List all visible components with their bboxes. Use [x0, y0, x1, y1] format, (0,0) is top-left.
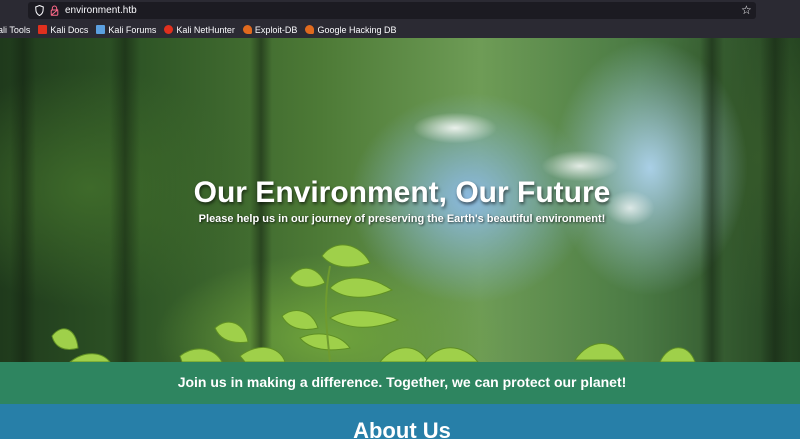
- call-to-action-banner: Join us in making a difference. Together…: [0, 362, 800, 404]
- bookmarks-toolbar: ali Tools Kali Docs Kali Forums Kali Net…: [0, 21, 800, 38]
- toolbar: environment.htb ☆: [0, 0, 800, 21]
- bookmark-kali-nethunter[interactable]: Kali NetHunter: [164, 21, 235, 38]
- about-section: About Us: [0, 404, 800, 439]
- bookmark-kali-docs[interactable]: Kali Docs: [38, 21, 88, 38]
- bookmark-google-hacking-db[interactable]: Google Hacking DB: [305, 21, 396, 38]
- bookmark-kali-tools[interactable]: ali Tools: [0, 21, 30, 38]
- hero-subtitle: Please help us in our journey of preserv…: [198, 213, 606, 225]
- exploit-db-icon: [242, 25, 252, 34]
- bookmark-kali-forums[interactable]: Kali Forums: [96, 21, 156, 38]
- url-text[interactable]: environment.htb: [65, 4, 137, 17]
- bookmark-label: Google Hacking DB: [317, 24, 397, 35]
- about-title: About Us: [353, 418, 451, 439]
- hero-title: Our Environment, Our Future: [193, 176, 611, 209]
- bookmark-label: Exploit-DB: [254, 24, 298, 35]
- browser-chrome: environment.htb ☆ ali Tools Kali Docs Ka…: [0, 0, 800, 38]
- kali-forums-icon: [96, 25, 106, 34]
- hero-section: Our Environment, Our Future Please help …: [0, 38, 800, 362]
- bookmark-label: ali Tools: [0, 24, 31, 35]
- bookmark-label: Kali NetHunter: [176, 24, 235, 35]
- kali-nethunter-icon: [164, 25, 174, 34]
- bookmark-label: Kali Forums: [108, 24, 157, 35]
- bookmark-star-icon[interactable]: ☆: [741, 3, 752, 17]
- bookmark-label: Kali Docs: [50, 24, 89, 35]
- bookmark-exploit-db[interactable]: Exploit-DB: [242, 21, 298, 38]
- google-hacking-db-icon: [305, 25, 315, 34]
- banner-text: Join us in making a difference. Together…: [177, 374, 627, 390]
- url-bar[interactable]: environment.htb ☆: [28, 2, 756, 19]
- kali-docs-icon: [38, 25, 48, 34]
- lock-icon[interactable]: [50, 5, 59, 16]
- shield-icon[interactable]: [35, 5, 44, 16]
